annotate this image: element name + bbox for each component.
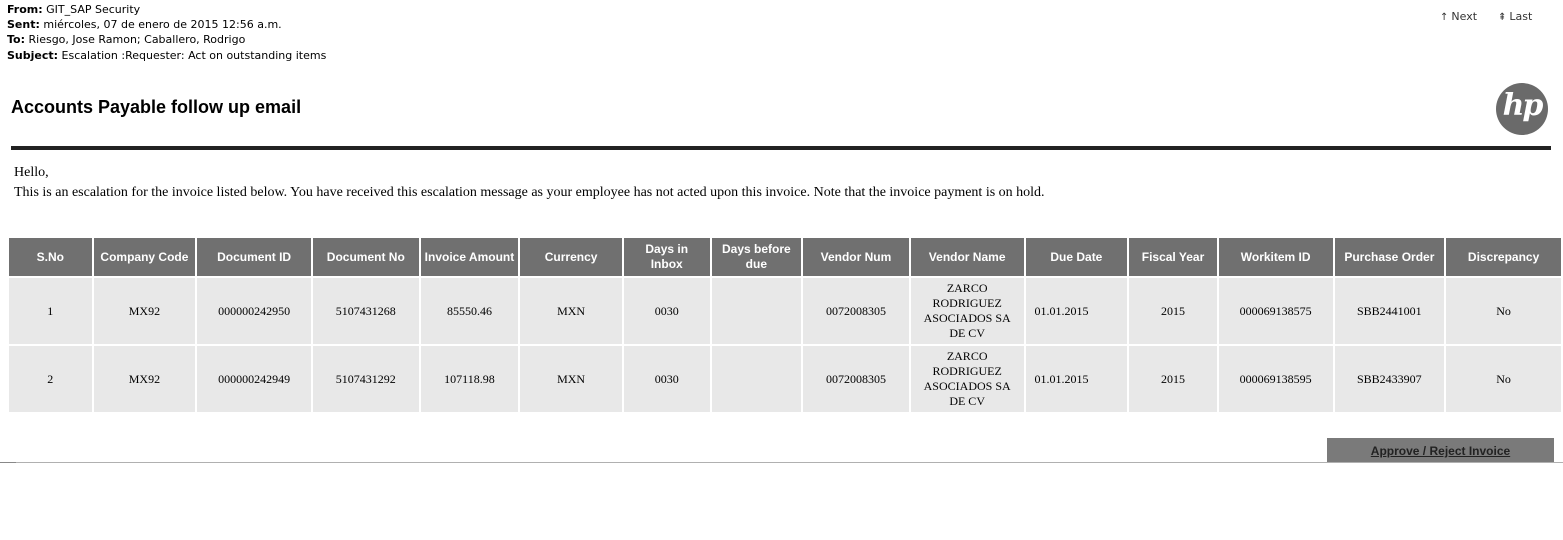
column-header: Purchase Order [1334, 238, 1445, 276]
to-row: To: Riesgo, Jose Ramon; Caballero, Rodri… [7, 33, 246, 47]
table-row: 2 MX92 000000242949 5107431292 107118.98… [9, 346, 1561, 412]
column-header: Document ID [197, 238, 311, 276]
title-divider [11, 146, 1551, 150]
table-cell: ZARCO RODRIGUEZ ASOCIADOS SA DE CV [910, 278, 1024, 344]
table-cell: MX92 [93, 278, 196, 344]
table-cell: ZARCO RODRIGUEZ ASOCIADOS SA DE CV [910, 346, 1024, 412]
escalation-message: This is an escalation for the invoice li… [14, 185, 1045, 200]
column-header: Document No [312, 238, 419, 276]
column-header: Company Code [93, 238, 196, 276]
column-header: S.No [9, 238, 92, 276]
subject-value: Escalation :Requester: Act on outstandin… [61, 48, 327, 62]
to-value: Riesgo, Jose Ramon; Caballero, Rodrigo [28, 33, 246, 47]
table-row: 1 MX92 000000242950 5107431268 85550.46 … [9, 278, 1561, 344]
table-cell: 5107431292 [312, 346, 419, 412]
table-cell: 85550.46 [420, 278, 519, 344]
subject-row: Subject: Escalation :Requester: Act on o… [7, 48, 327, 62]
table-cell: No [1446, 346, 1561, 412]
table-cell: SBB2433907 [1334, 346, 1445, 412]
next-link[interactable]: ↑ Next [1440, 10, 1477, 23]
message-body: Hello, This is an escalation for the inv… [14, 163, 1045, 203]
page-title: Accounts Payable follow up email [11, 97, 302, 117]
column-header: Workitem ID [1218, 238, 1333, 276]
greeting: Hello, [14, 165, 49, 180]
sent-row: Sent: miércoles, 07 de enero de 2015 12:… [7, 18, 282, 32]
table-cell: MXN [520, 278, 622, 344]
table-cell: 5107431268 [312, 278, 419, 344]
column-header: Discrepancy [1446, 238, 1561, 276]
column-header: Fiscal Year [1129, 238, 1217, 276]
table-cell: MX92 [93, 346, 196, 412]
column-header: Days before due [711, 238, 802, 276]
from-value: GIT_SAP Security [46, 3, 141, 16]
table-cell: 01.01.2015 [1025, 346, 1128, 412]
column-header: Currency [520, 238, 622, 276]
column-header: Invoice Amount [420, 238, 519, 276]
table-cell: 2015 [1129, 346, 1217, 412]
table-cell: 000000242949 [197, 346, 311, 412]
column-header: Vendor Name [910, 238, 1024, 276]
table-cell: 0072008305 [803, 346, 909, 412]
table-cell: MXN [520, 346, 622, 412]
sent-value: miércoles, 07 de enero de 2015 12:56 a.m… [43, 18, 282, 32]
table-cell: SBB2441001 [1334, 278, 1445, 344]
invoice-table: S.No Company Code Document ID Document N… [7, 236, 1563, 414]
table-cell: 0072008305 [803, 278, 909, 344]
table-cell: 1 [9, 278, 92, 344]
table-cell: 2015 [1129, 278, 1217, 344]
table-cell: 000000242950 [197, 278, 311, 344]
table-cell: No [1446, 278, 1561, 344]
footer-divider [2, 462, 1563, 463]
last-link[interactable]: ⇞ Last [1498, 10, 1532, 23]
approve-reject-invoice-button[interactable]: Approve / Reject Invoice [1327, 438, 1554, 462]
table-cell: 000069138595 [1218, 346, 1333, 412]
column-header: Vendor Num [803, 238, 909, 276]
table-cell: 0030 [623, 278, 710, 344]
table-header-row: S.No Company Code Document ID Document N… [9, 238, 1561, 276]
table-cell: 01.01.2015 [1025, 278, 1128, 344]
double-up-arrow-icon: ⇞ [1498, 12, 1507, 23]
table-cell: 2 [9, 346, 92, 412]
table-cell: 000069138575 [1218, 278, 1333, 344]
column-header: Days in Inbox [623, 238, 710, 276]
from-row: From: GIT_SAP Security [7, 3, 141, 16]
table-cell: 107118.98 [420, 346, 519, 412]
up-arrow-icon: ↑ [1440, 12, 1449, 23]
hp-logo: hp [1496, 83, 1548, 135]
footer-divider-left [0, 462, 16, 463]
column-header: Due Date [1025, 238, 1128, 276]
table-cell [711, 278, 802, 344]
email-header: From: GIT_SAP Security Sent: miércoles, … [7, 2, 326, 63]
table-cell: 0030 [623, 346, 710, 412]
table-cell [711, 346, 802, 412]
